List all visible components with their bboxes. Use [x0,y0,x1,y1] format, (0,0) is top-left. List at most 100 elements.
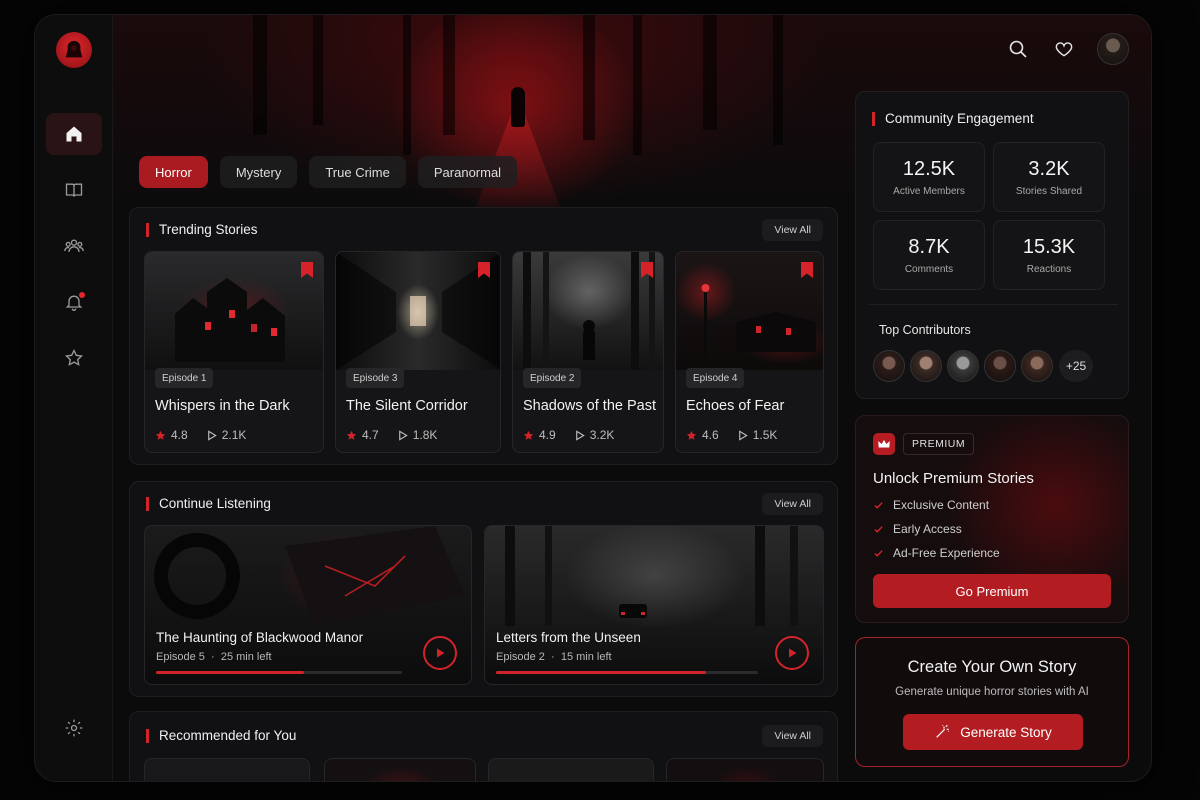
premium-feature: Ad-Free Experience [873,546,1000,560]
story-meta: 4.7 1.8K [346,428,437,442]
sidebar [35,15,113,781]
community-panel: Community Engagement 12.5K Active Member… [855,91,1129,399]
story-title: Shadows of the Past [523,398,656,414]
story-image [145,252,323,370]
more-contributors-badge[interactable]: +25 [1059,350,1093,382]
check-icon [874,501,883,509]
recommended-card[interactable] [144,758,310,781]
stat-label: Comments [904,263,954,275]
contributor-avatar[interactable] [873,350,905,382]
listening-card[interactable]: The Haunting of Blackwood Manor Episode … [144,525,472,685]
recommended-card[interactable] [488,758,654,781]
story-rating: 4.9 [539,428,556,442]
trending-view-all-button[interactable]: View All [762,219,823,241]
contributor-avatar[interactable] [910,350,942,382]
contributor-avatar[interactable] [947,350,979,382]
heart-icon[interactable] [1051,36,1077,62]
stat-value: 12.5K [902,157,956,180]
listening-progress-bar[interactable] [496,671,758,674]
sidebar-item-favorites[interactable] [46,337,102,379]
check-icon [874,525,883,533]
sidebar-item-notifications[interactable] [46,281,102,323]
play-button[interactable] [775,636,809,670]
story-card[interactable]: Episode 3 The Silent Corridor 4.7 1.8K [335,251,501,453]
tab-paranormal[interactable]: Paranormal [417,156,518,188]
header-actions [1005,33,1129,65]
community-title: Community Engagement [872,112,1034,126]
tab-mystery[interactable]: Mystery [219,156,298,188]
top-contributors-title: Top Contributors [879,323,971,337]
play-icon [207,429,217,441]
hooded-figure-image [511,87,525,127]
story-title: Echoes of Fear [686,398,785,414]
episode-badge: Episode 1 [155,368,214,388]
trending-panel: Trending Stories View All Episode 1 Whis… [129,207,838,465]
go-premium-button[interactable]: Go Premium [873,574,1111,608]
trending-title: Trending Stories [146,223,258,237]
recommended-title: Recommended for You [146,729,296,743]
recommended-card[interactable] [324,758,476,781]
generate-story-label: Generate Story [960,724,1052,740]
app-logo[interactable] [56,32,92,68]
search-icon[interactable] [1005,36,1031,62]
recommended-card[interactable] [666,758,824,781]
listening-title: The Haunting of Blackwood Manor [156,630,364,645]
listening-episode: Episode 5 [156,651,205,663]
story-image [336,252,500,370]
create-story-panel: Create Your Own Story Generate unique ho… [855,637,1129,767]
episode-badge: Episode 4 [686,368,745,388]
create-story-title: Create Your Own Story [907,658,1077,676]
star-icon [155,430,166,440]
story-meta: 4.8 2.1K [155,428,246,442]
listening-title: Letters from the Unseen [496,630,641,645]
episode-badge: Episode 3 [346,368,405,388]
star-icon [686,430,697,440]
continue-title: Continue Listening [146,497,271,511]
generate-story-button[interactable]: Generate Story [903,714,1083,750]
sidebar-item-library[interactable] [46,169,102,211]
story-title: The Silent Corridor [346,398,468,414]
progress-fill [496,671,706,674]
gear-icon [65,719,83,737]
stat-card: 3.2K Stories Shared [993,142,1105,212]
contributor-avatar[interactable] [984,350,1016,382]
story-card[interactable]: Episode 1 Whispers in the Dark 4.8 2.1K [144,251,324,453]
story-card[interactable]: Episode 4 Echoes of Fear 4.6 1.5K [675,251,824,453]
story-meta: 4.6 1.5K [686,428,777,442]
contributor-avatar[interactable] [1021,350,1053,382]
story-card[interactable]: Episode 2 Shadows of the Past 4.9 3.2K [512,251,664,453]
listening-time-left: 15 min left [560,651,612,663]
story-plays: 1.8K [412,428,438,442]
premium-feature: Early Access [873,522,962,536]
continue-view-all-button[interactable]: View All [762,493,823,515]
story-plays: 1.5K [752,428,778,442]
listening-meta: Episode 2 · 15 min left [496,651,612,663]
continue-listening-panel: Continue Listening View All The Haunting… [129,481,838,697]
sidebar-item-settings[interactable] [46,707,102,749]
magic-wand-icon [936,724,949,738]
stat-card: 12.5K Active Members [873,142,985,212]
play-button[interactable] [423,636,457,670]
user-avatar[interactable] [1097,33,1129,65]
genre-tabs: Horror Mystery True Crime Paranormal [139,156,518,188]
star-icon [65,348,83,366]
listening-card[interactable]: Letters from the Unseen Episode 2 · 15 m… [484,525,824,685]
recommended-view-all-button[interactable]: View All [762,725,823,747]
tab-true-crime[interactable]: True Crime [309,156,406,188]
listening-progress-bar[interactable] [156,671,402,674]
premium-panel: PREMIUM Unlock Premium Stories Exclusive… [855,415,1129,623]
listening-meta: Episode 5 · 25 min left [156,651,272,663]
sidebar-item-community[interactable] [46,225,102,267]
stat-label: Reactions [1026,263,1072,275]
sidebar-item-home[interactable] [46,113,102,155]
check-icon [874,549,883,557]
episode-badge: Episode 2 [523,368,582,388]
listening-episode: Episode 2 [496,651,545,663]
play-icon [738,429,748,441]
play-icon [437,648,445,658]
play-icon [575,429,585,441]
crown-icon [873,433,895,455]
story-image [676,252,823,370]
tab-horror[interactable]: Horror [139,156,208,188]
play-icon [398,429,408,441]
